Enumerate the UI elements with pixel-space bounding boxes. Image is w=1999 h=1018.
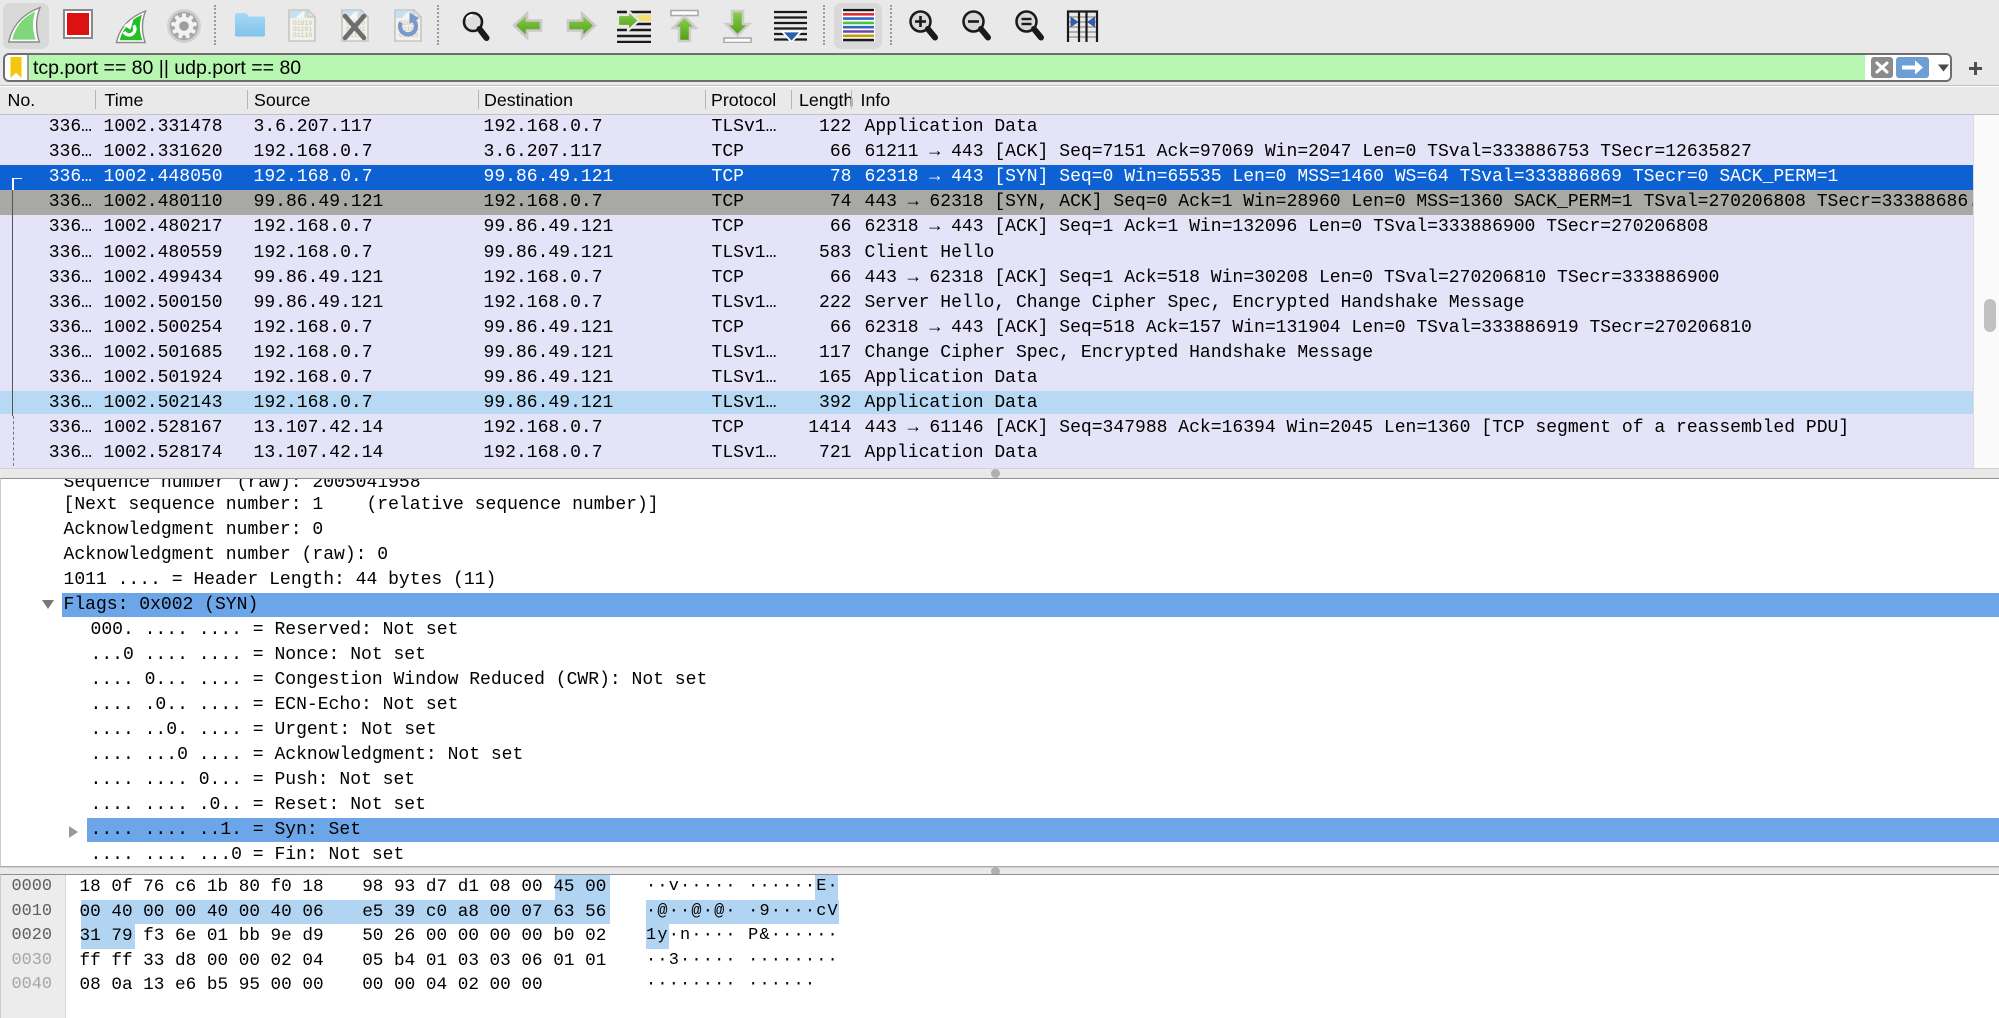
svg-text:01110: 01110	[293, 32, 312, 39]
